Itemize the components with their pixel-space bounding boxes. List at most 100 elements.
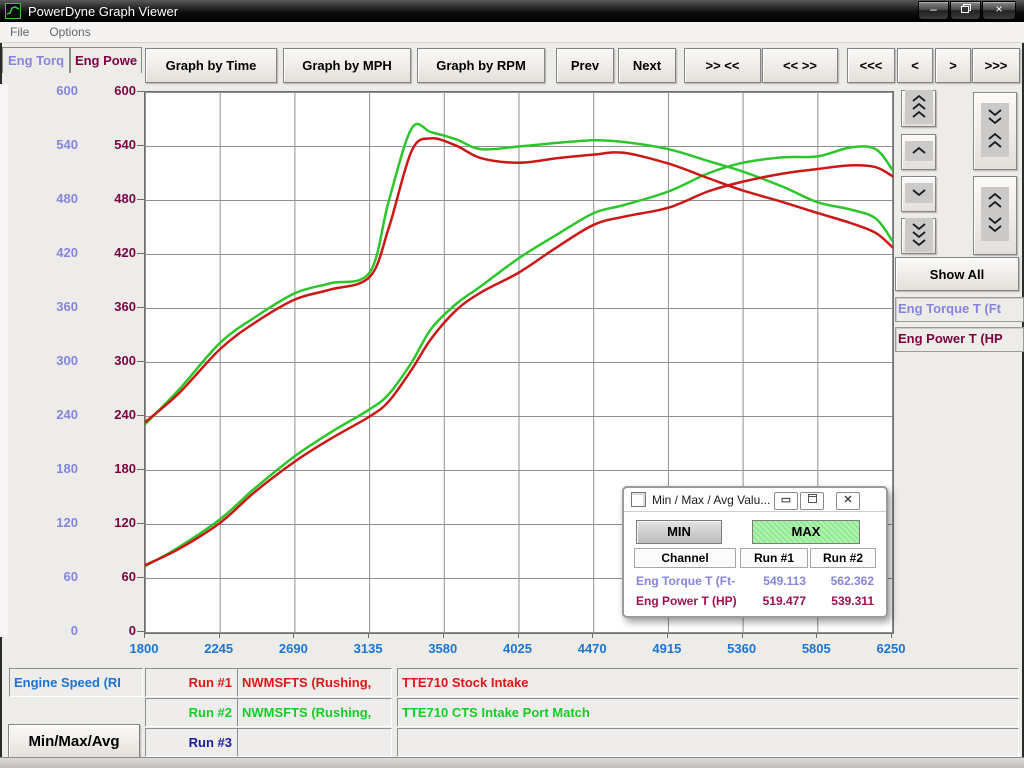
graph-by-mph-button[interactable]: Graph by MPH: [283, 48, 411, 83]
expand-scale-button[interactable]: [973, 176, 1017, 255]
minmax-maximize-button[interactable]: [800, 492, 824, 510]
run3-label-box: Run #3: [145, 728, 241, 757]
x-tick-mark: [443, 633, 444, 638]
min-toggle-button[interactable]: MIN: [636, 520, 722, 544]
scale-down-button[interactable]: [901, 176, 936, 212]
run3-desc-box: [397, 728, 1019, 757]
close-button[interactable]: ×: [982, 1, 1016, 20]
scale-up-button[interactable]: [901, 134, 936, 170]
x-tick-label: 2690: [261, 641, 325, 656]
minimize-button[interactable]: –: [918, 1, 949, 20]
minmax-window: Min / Max / Avg Valu... ▭ ✕ MIN MAX Chan…: [622, 486, 888, 618]
window-bottom-frame: [0, 757, 1024, 768]
y-tick-label-power: 240: [76, 407, 136, 422]
next-button[interactable]: Next: [618, 48, 676, 83]
y-tick-label-power: 360: [76, 299, 136, 314]
y-tick-mark: [137, 577, 144, 578]
minmax-power-channel: Eng Power T (HP): [636, 594, 756, 610]
chevron-down-icon: [905, 183, 933, 206]
x-tick-label: 4470: [560, 641, 624, 656]
y-tick-label-torque: 120: [18, 515, 78, 530]
collapse-scale-button[interactable]: [973, 92, 1017, 170]
x-axis-channel-box[interactable]: Engine Speed (RI: [9, 668, 143, 697]
maximize-icon: [808, 494, 817, 503]
zoom-in-x-button[interactable]: >> <<: [684, 48, 761, 83]
x-tick-mark: [518, 633, 519, 638]
minmax-title: Min / Max / Avg Valu...: [652, 493, 770, 507]
y-tick-mark: [137, 253, 144, 254]
minmax-torque-run1-value: 549.113: [740, 574, 806, 590]
graph-by-time-button[interactable]: Graph by Time: [145, 48, 277, 83]
y-tick-label-torque: 0: [18, 623, 78, 638]
y-tick-label-torque: 60: [18, 569, 78, 584]
menubar: FileOptions: [0, 22, 1024, 43]
run2-file-box: NWMSFTS (Rushing,: [237, 698, 392, 727]
x-tick-mark: [368, 633, 369, 638]
run1-desc-box: TTE710 Stock Intake: [397, 668, 1019, 697]
x-tick-label: 1800: [112, 641, 176, 656]
y-tick-mark: [137, 631, 144, 632]
x-tick-mark: [667, 633, 668, 638]
run1-file-box: NWMSFTS (Rushing,: [237, 668, 392, 697]
chevrons-diverge-icon: [981, 187, 1009, 244]
minmax-titlebar[interactable]: Min / Max / Avg Valu... ▭ ✕: [624, 488, 886, 512]
y-tick-label-torque: 240: [18, 407, 78, 422]
column-header-run2[interactable]: Run #2: [810, 548, 876, 568]
x-tick-label: 5805: [784, 641, 848, 656]
x-tick-mark: [742, 633, 743, 638]
chevron-up-icon: [905, 141, 933, 164]
tab-eng-power[interactable]: Eng Powe: [70, 47, 142, 73]
maximize-button[interactable]: [950, 1, 981, 20]
max-toggle-button[interactable]: MAX: [752, 520, 860, 544]
column-header-channel[interactable]: Channel: [634, 548, 736, 568]
y-tick-label-torque: 600: [18, 83, 78, 98]
x-tick-label: 2245: [187, 641, 251, 656]
x-tick-mark: [144, 633, 145, 638]
scroll-left-button[interactable]: <: [897, 48, 933, 83]
minmax-power-run2-value: 539.311: [810, 594, 874, 610]
power-channel-label[interactable]: Eng Power T (HP: [895, 327, 1024, 352]
y-tick-label-power: 180: [76, 461, 136, 476]
minmax-torque-channel: Eng Torque T (Ft-: [636, 574, 746, 590]
run2-desc-box: TTE710 CTS Intake Port Match: [397, 698, 1019, 727]
y-tick-label-power: 300: [76, 353, 136, 368]
y-tick-label-torque: 180: [18, 461, 78, 476]
y-tick-label-power: 600: [76, 83, 136, 98]
y-tick-mark: [137, 145, 144, 146]
x-tick-label: 3580: [411, 641, 475, 656]
scroll-far-left-button[interactable]: <<<: [847, 48, 895, 83]
x-tick-mark: [219, 633, 220, 638]
minmax-close-button[interactable]: ✕: [836, 492, 860, 510]
zoom-out-x-button[interactable]: << >>: [762, 48, 838, 83]
y-tick-mark: [137, 523, 144, 524]
scroll-right-button[interactable]: >: [935, 48, 971, 83]
menu-options[interactable]: Options: [39, 25, 100, 39]
minmax-torque-run2-value: 562.362: [810, 574, 874, 590]
minmax-minimize-button[interactable]: ▭: [774, 492, 798, 510]
tab-eng-torque[interactable]: Eng Torq: [2, 47, 70, 73]
min-max-avg-button[interactable]: Min/Max/Avg: [8, 724, 140, 759]
menu-file[interactable]: File: [0, 25, 39, 39]
show-all-button[interactable]: Show All: [895, 257, 1019, 291]
scroll-far-right-button[interactable]: >>>: [972, 48, 1020, 83]
x-tick-label: 6250: [859, 641, 923, 656]
y-tick-label-power: 480: [76, 191, 136, 206]
y-tick-label-torque: 540: [18, 137, 78, 152]
prev-button[interactable]: Prev: [556, 48, 614, 83]
window-title: PowerDyne Graph Viewer: [28, 4, 178, 19]
scale-down-fast-button[interactable]: [901, 218, 936, 254]
app-window: PowerDyne Graph Viewer – × FileOptions E…: [0, 0, 1024, 768]
scale-up-fast-button[interactable]: [901, 90, 936, 127]
column-header-run1[interactable]: Run #1: [740, 548, 808, 568]
y-tick-label-power: 120: [76, 515, 136, 530]
chevrons-converge-icon: [981, 103, 1009, 160]
x-tick-mark: [891, 633, 892, 638]
triple-chevron-up-icon: [905, 90, 933, 127]
y-tick-mark: [137, 91, 144, 92]
x-tick-label: 4915: [635, 641, 699, 656]
y-tick-mark: [137, 415, 144, 416]
torque-channel-label[interactable]: Eng Torque T (Ft: [895, 297, 1024, 322]
app-icon: [5, 3, 21, 19]
graph-by-rpm-button[interactable]: Graph by RPM: [417, 48, 545, 83]
x-tick-label: 4025: [486, 641, 550, 656]
